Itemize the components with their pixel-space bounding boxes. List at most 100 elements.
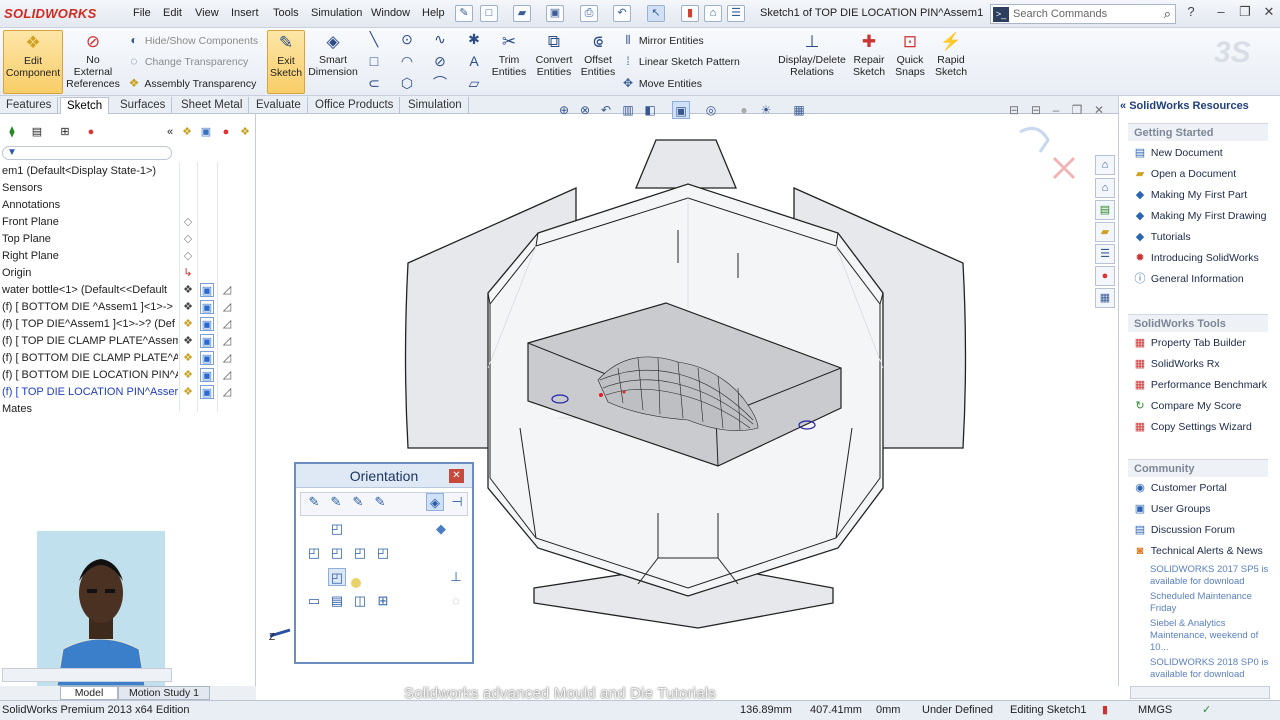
polygon-icon[interactable]: ⬡: [399, 75, 415, 91]
customize-status-icon[interactable]: ✓: [1202, 701, 1211, 720]
component-state-icon[interactable]: ❖: [181, 334, 195, 348]
task-appearances-icon[interactable]: ●: [1095, 266, 1115, 286]
change-transparency-button[interactable]: ◌ Change Transparency: [126, 51, 248, 71]
help-question-icon[interactable]: ?: [1180, 4, 1202, 22]
trim-entities-button[interactable]: ✂ Trim Entities: [490, 30, 528, 94]
tree-item[interactable]: (f) [ TOP DIE^Assem1 ]<1>->? (Def: [2, 316, 178, 333]
part-state-icon[interactable]: ▣: [200, 283, 214, 297]
part-state-icon[interactable]: ▣: [200, 385, 214, 399]
appearance-icon[interactable]: ●: [219, 125, 233, 139]
news-item[interactable]: Siebel & Analytics Maintenance, weekend …: [1150, 618, 1270, 654]
tree-horizontal-scrollbar[interactable]: [2, 668, 172, 682]
viewport-restore-icon[interactable]: ❐: [1068, 101, 1086, 119]
part-state-icon[interactable]: ▣: [200, 351, 214, 365]
tree-item[interactable]: Annotations: [2, 197, 178, 214]
resource-link[interactable]: ▣ User Groups: [1132, 501, 1211, 518]
view-selector-icon[interactable]: ◈: [426, 493, 444, 511]
resource-link[interactable]: ◆ Tutorials: [1132, 229, 1191, 246]
sketch-state-icon[interactable]: ◿: [220, 334, 234, 348]
circle-icon[interactable]: ⊙: [399, 31, 415, 47]
task-resources-icon[interactable]: ⌂: [1095, 178, 1115, 198]
resource-link[interactable]: ▦ Copy Settings Wizard: [1132, 419, 1252, 436]
repair-sketch-button[interactable]: ✚ Repair Sketch: [850, 30, 888, 94]
back-view-icon[interactable]: ◰: [374, 544, 392, 562]
display-style-icon[interactable]: ▣: [672, 101, 690, 119]
tab-features[interactable]: Features: [0, 97, 59, 114]
orientation-close-icon[interactable]: ✕: [449, 469, 464, 483]
edit-appearance-icon[interactable]: ●: [735, 101, 753, 119]
slot-icon[interactable]: ⊂: [366, 75, 382, 91]
task-custom-properties-icon[interactable]: ▦: [1095, 288, 1115, 308]
property-manager-icon[interactable]: ▤: [30, 125, 44, 139]
previous-view-icon[interactable]: ↶: [597, 101, 615, 119]
move-entities-button[interactable]: ✥ Move Entities: [620, 73, 702, 93]
configuration-icon[interactable]: ⊞: [58, 125, 72, 139]
tab-simulation[interactable]: Simulation: [402, 97, 469, 114]
pin-dialog-icon[interactable]: ⊣: [448, 493, 466, 511]
menu-help[interactable]: Help: [422, 7, 445, 19]
tree-item[interactable]: (f) [ TOP DIE CLAMP PLATE^Assem: [2, 333, 178, 350]
tree-item[interactable]: (f) [ TOP DIE LOCATION PIN^Asser: [2, 384, 178, 401]
sketch-state-icon[interactable]: ◿: [220, 368, 234, 382]
part-state-icon[interactable]: ▣: [200, 368, 214, 382]
component-state-icon[interactable]: ❖: [181, 283, 195, 297]
section-view-icon[interactable]: ▥: [619, 101, 637, 119]
solidworks-logo[interactable]: SOLIDWORKS: [4, 6, 97, 21]
menu-simulation[interactable]: Simulation: [311, 7, 362, 19]
menu-tools[interactable]: Tools: [273, 7, 299, 19]
right-view-icon[interactable]: ◰: [351, 544, 369, 562]
task-library-icon[interactable]: ▤: [1095, 200, 1115, 220]
select-icon[interactable]: ↖: [647, 5, 665, 22]
sketch-state-icon[interactable]: ◿: [220, 317, 234, 331]
arc-icon[interactable]: ◠: [399, 53, 415, 69]
tab-sheet-metal[interactable]: Sheet Metal: [175, 97, 250, 114]
tree-item[interactable]: Mates: [2, 401, 178, 418]
hide-show-components-button[interactable]: ◐ Hide/Show Components: [126, 30, 258, 50]
restore-icon[interactable]: ❐: [1234, 4, 1256, 22]
part-state-icon[interactable]: ▣: [200, 334, 214, 348]
feature-tree-icon[interactable]: ⧫: [5, 125, 19, 139]
spline-icon[interactable]: ∿: [432, 31, 448, 47]
menu-file[interactable]: File: [133, 7, 151, 19]
viewport-2-icon[interactable]: ⊟: [1027, 101, 1045, 119]
news-item[interactable]: SOLIDWORKS 2017 SP5 is available for dow…: [1150, 564, 1270, 588]
viewport-minimize-icon[interactable]: –: [1047, 101, 1065, 119]
open-icon[interactable]: ▰: [513, 5, 531, 22]
tree-item[interactable]: (f) [ BOTTOM DIE CLAMP PLATE^A: [2, 350, 178, 367]
apply-scene-icon[interactable]: ☀: [757, 101, 775, 119]
resource-link[interactable]: ▤ Discussion Forum: [1132, 522, 1235, 539]
tree-item[interactable]: em1 (Default<Display State-1>): [2, 163, 178, 180]
linear-sketch-pattern-button[interactable]: ⁞ Linear Sketch Pattern: [620, 51, 740, 71]
link-views-icon[interactable]: ✎: [371, 493, 389, 511]
zoom-to-area-icon[interactable]: ⊗: [576, 101, 594, 119]
resource-link[interactable]: ▦ Property Tab Builder: [1132, 335, 1246, 352]
tree-item[interactable]: Top Plane: [2, 231, 178, 248]
component-state-icon[interactable]: ❖: [181, 317, 195, 331]
two-view-vertical-icon[interactable]: ◫: [351, 592, 369, 610]
two-view-horizontal-icon[interactable]: ▤: [328, 592, 346, 610]
sketch-state-icon[interactable]: ◿: [220, 385, 234, 399]
tab-surfaces[interactable]: Surfaces: [114, 97, 173, 114]
display-manager-icon[interactable]: ●: [84, 125, 98, 139]
view-cube-icon[interactable]: ◌: [447, 592, 465, 610]
tab-evaluate[interactable]: Evaluate: [250, 97, 308, 114]
component-state-icon[interactable]: ❖: [181, 351, 195, 365]
plane-visibility-icon[interactable]: ◇: [181, 249, 195, 263]
menu-insert[interactable]: Insert: [231, 7, 259, 19]
part-state-icon[interactable]: ▣: [200, 317, 214, 331]
resource-link[interactable]: ◆ Making My First Drawing: [1132, 208, 1267, 225]
task-pane-scrollbar[interactable]: [1130, 686, 1270, 699]
resource-link[interactable]: ◆ Making My First Part: [1132, 187, 1247, 204]
task-home-icon[interactable]: ⌂: [1095, 155, 1115, 175]
plane-visibility-icon[interactable]: ◇: [181, 232, 195, 246]
search-commands-box[interactable]: >_ Search Commands ⌕: [990, 4, 1176, 24]
sketch-state-icon[interactable]: ◿: [220, 283, 234, 297]
exit-sketch-button[interactable]: ✎ Exit Sketch: [267, 30, 305, 94]
sketch-state-icon[interactable]: ◿: [220, 351, 234, 365]
rebuild-icon[interactable]: ▮: [681, 5, 699, 22]
resource-link[interactable]: ◉ Customer Portal: [1132, 480, 1227, 497]
rapid-sketch-button[interactable]: ⚡ Rapid Sketch: [932, 30, 970, 94]
edit-component-button[interactable]: ❖ Edit Component: [3, 30, 63, 94]
menu-window[interactable]: Window: [371, 7, 410, 19]
plane-visibility-icon[interactable]: ◇: [181, 215, 195, 229]
